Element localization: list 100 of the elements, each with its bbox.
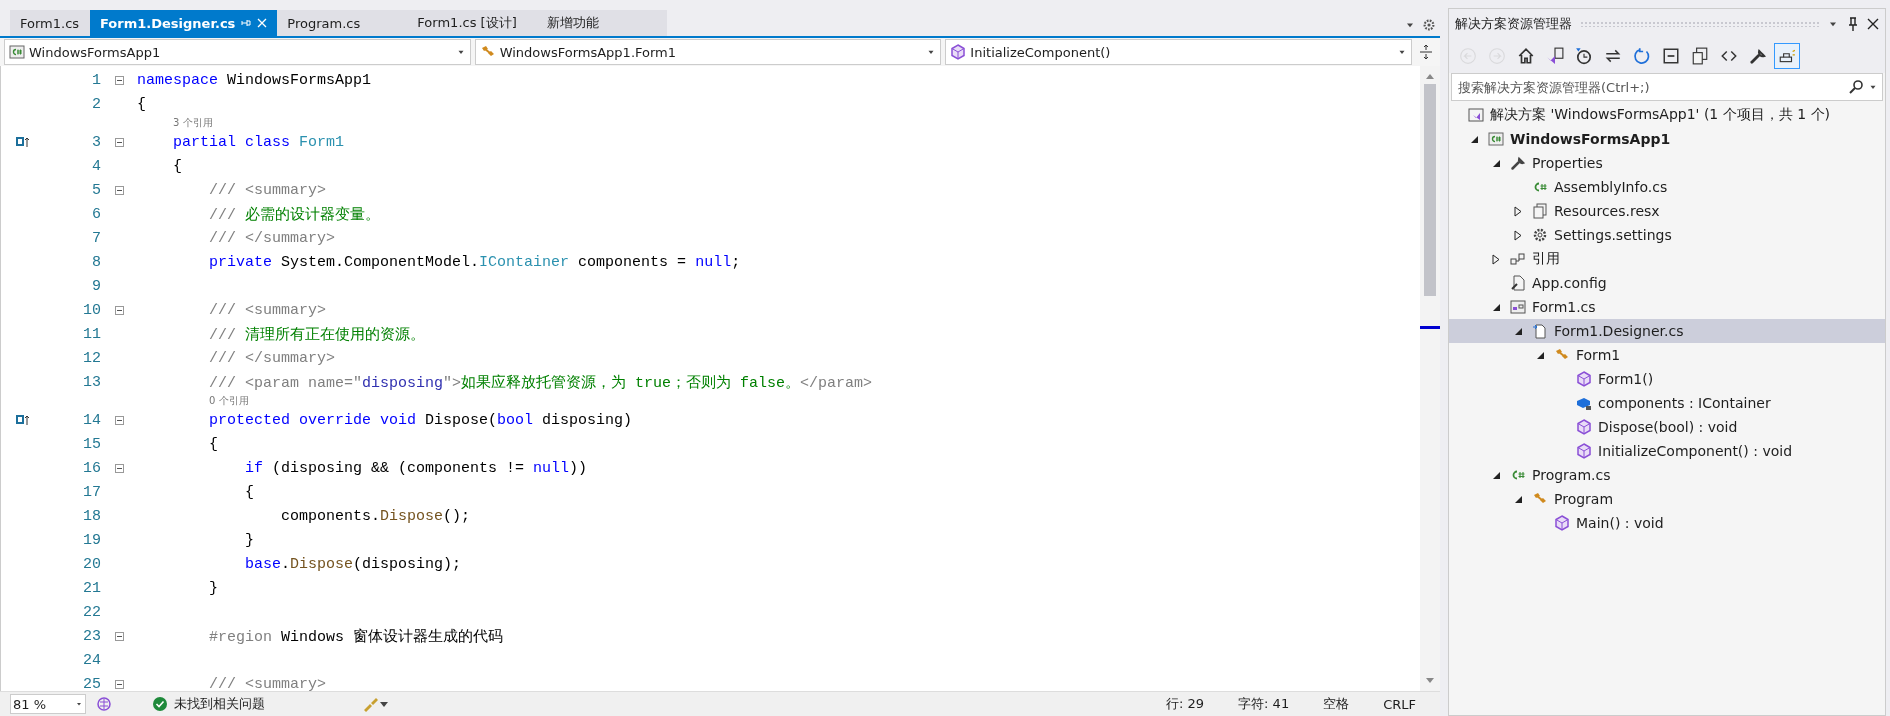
go-to-base-icon[interactable] <box>16 136 30 148</box>
go-to-base-icon[interactable] <box>16 414 30 426</box>
zoom-dropdown[interactable]: 81 % <box>10 694 86 714</box>
expanded-arrow-icon[interactable] <box>1469 134 1479 144</box>
collapse-icon[interactable] <box>114 305 124 315</box>
method-icon <box>1576 371 1592 387</box>
brush-icon[interactable] <box>362 696 388 712</box>
line-number: 21 <box>82 579 101 597</box>
gear-icon <box>1532 227 1548 243</box>
preview-button[interactable] <box>1774 43 1800 69</box>
expanded-arrow-icon[interactable] <box>1491 302 1501 312</box>
line-number: 4 <box>91 157 101 175</box>
config-file-icon <box>1510 275 1526 291</box>
home-icon <box>1517 47 1535 65</box>
line-number: 6 <box>91 205 101 223</box>
refresh-icon <box>1633 47 1651 65</box>
collapsed-arrow-icon[interactable] <box>1514 229 1522 241</box>
tree-item[interactable]: Form1.Designer.cs <box>1449 319 1885 343</box>
line-number: 9 <box>91 277 101 295</box>
code-line: /// 必需的设计器变量。 <box>208 205 381 224</box>
collapsed-arrow-icon[interactable] <box>1492 253 1500 265</box>
document-tab[interactable]: Form1.cs <box>10 10 90 36</box>
collapse-icon <box>1662 47 1680 65</box>
tree-item[interactable]: App.config <box>1449 271 1885 295</box>
tree-item[interactable]: Form1.cs <box>1449 295 1885 319</box>
tree-item[interactable]: Form1() <box>1449 367 1885 391</box>
collapse-icon[interactable] <box>114 137 124 147</box>
line-number: 8 <box>91 253 101 271</box>
status-text[interactable]: 空格 <box>1323 695 1350 713</box>
code-line: #region Windows 窗体设计器生成的代码 <box>208 627 504 646</box>
code-line: partial class Form1 <box>172 133 345 151</box>
split-icon[interactable] <box>1419 44 1433 60</box>
history-icon <box>1575 47 1593 65</box>
collapse-icon[interactable] <box>114 679 124 689</box>
tree-item[interactable]: 引用 <box>1449 247 1885 271</box>
csharp-project-icon <box>9 44 25 60</box>
method-icon <box>1554 515 1570 531</box>
code-line: /// </summary> <box>208 229 336 247</box>
code-line: namespace WindowsFormsApp1 <box>137 71 372 89</box>
navigation-dropdown[interactable]: InitializeComponent() <box>945 39 1412 65</box>
code-line: /// <param name="disposing">如果应释放托管资源，为 true；否则为 false。</param> <box>208 373 873 392</box>
status-text[interactable]: 字符: 41 <box>1238 695 1290 713</box>
vertical-scrollbar[interactable] <box>1420 66 1440 691</box>
tree-item[interactable]: WindowsFormsApp1 <box>1449 127 1885 151</box>
line-number: 16 <box>82 459 101 477</box>
collapsed-arrow-icon[interactable] <box>1514 205 1522 217</box>
reference-count-link[interactable]: 0 个引用 <box>209 394 249 408</box>
pin-icon[interactable] <box>1847 17 1859 31</box>
tree-item[interactable]: Resources.resx <box>1449 199 1885 223</box>
scrollbar-thumb[interactable] <box>1424 84 1436 296</box>
tree-item[interactable]: components : IContainer <box>1449 391 1885 415</box>
expanded-arrow-icon[interactable] <box>1535 350 1545 360</box>
tree-item[interactable]: Form1 <box>1449 343 1885 367</box>
search-icon[interactable] <box>1848 79 1864 95</box>
expanded-arrow-icon[interactable] <box>1513 326 1523 336</box>
tree-item[interactable]: 解决方案 'WindowsFormsApp1' (1 个项目，共 1 个) <box>1449 103 1885 127</box>
tree-item[interactable]: InitializeComponent() : void <box>1449 439 1885 463</box>
scroll-down-icon[interactable] <box>1425 677 1435 685</box>
line-number: 14 <box>82 411 101 429</box>
code-line: { <box>208 435 218 453</box>
expanded-arrow-icon[interactable] <box>1491 470 1501 480</box>
collapse-icon[interactable] <box>114 631 124 641</box>
line-number: 19 <box>82 531 101 549</box>
code-line: /// <summary> <box>208 675 327 693</box>
document-tab[interactable]: Program.cs <box>277 10 408 36</box>
tree-item[interactable]: Dispose(bool) : void <box>1449 415 1885 439</box>
code-line: /// <summary> <box>208 301 327 319</box>
navigation-dropdown[interactable]: WindowsFormsApp1 <box>4 39 471 65</box>
tree-item[interactable]: Program <box>1449 487 1885 511</box>
collapse-icon[interactable] <box>114 415 124 425</box>
collapse-icon[interactable] <box>114 185 124 195</box>
expanded-arrow-icon[interactable] <box>1513 494 1523 504</box>
status-text[interactable]: CRLF <box>1383 696 1416 712</box>
status-text[interactable]: 行: 29 <box>1166 695 1205 713</box>
references-icon <box>1510 251 1526 267</box>
settings-icon[interactable] <box>1422 18 1436 32</box>
reference-count-link[interactable]: 3 个引用 <box>173 116 213 130</box>
collapse-icon[interactable] <box>114 75 124 85</box>
document-tab[interactable]: Form1.cs [设计] <box>407 10 538 36</box>
search-input[interactable]: 搜索解决方案资源管理器(Ctrl+;) <box>1456 78 1844 96</box>
tree-item[interactable]: Program.cs <box>1449 463 1885 487</box>
preview-icon <box>1778 47 1796 65</box>
expanded-arrow-icon[interactable] <box>1491 158 1501 168</box>
code-line: /// 清理所有正在使用的资源。 <box>208 325 426 344</box>
tree-item[interactable]: Properties <box>1449 151 1885 175</box>
tree-item[interactable]: AssemblyInfo.cs <box>1449 175 1885 199</box>
tree-item[interactable]: Settings.settings <box>1449 223 1885 247</box>
issues-status[interactable]: 未找到相关问题 <box>174 695 265 713</box>
code-line: private System.ComponentModel.IContainer components = null; <box>208 253 741 271</box>
panel-title: 解决方案资源管理器 <box>1455 15 1572 33</box>
method-icon <box>950 44 967 60</box>
scroll-up-icon[interactable] <box>1425 72 1435 80</box>
line-number: 24 <box>82 651 101 669</box>
tree-item[interactable]: Main() : void <box>1449 511 1885 535</box>
document-tab[interactable]: 新增功能 <box>537 10 668 36</box>
search-field[interactable]: 搜索解决方案资源管理器(Ctrl+;) <box>1451 73 1883 101</box>
close-icon[interactable] <box>1867 18 1879 30</box>
navigation-dropdown[interactable]: WindowsFormsApp1.Form1 <box>474 39 942 65</box>
collapse-icon[interactable] <box>114 463 124 473</box>
code-line: /// </summary> <box>208 349 336 367</box>
